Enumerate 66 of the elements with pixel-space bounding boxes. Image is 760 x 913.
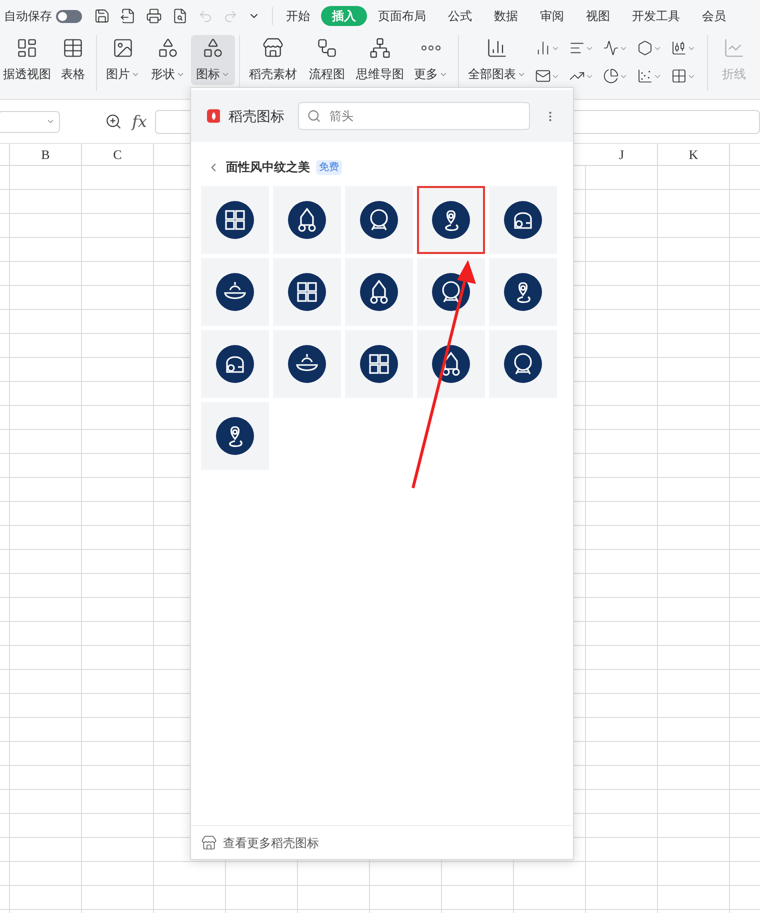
column-header[interactable]: C <box>82 144 154 165</box>
save-icon[interactable] <box>94 8 110 24</box>
autosave-label: 自动保存 <box>4 8 52 25</box>
column-header[interactable]: B <box>10 144 82 165</box>
ribbon-tab[interactable]: 开发工具 <box>621 6 691 26</box>
line-chart-icon <box>603 40 619 56</box>
ribbon-tab[interactable]: 审阅 <box>529 6 575 26</box>
pie-chart-icon <box>603 68 619 84</box>
drum-icon <box>504 345 542 383</box>
zoom-icon[interactable] <box>105 113 122 130</box>
ribbon-tab[interactable]: 视图 <box>575 6 621 26</box>
flowchart-icon <box>316 37 338 59</box>
shapes-icon <box>157 37 179 59</box>
location-pin-icon <box>216 417 254 455</box>
line-chart-icon <box>723 37 745 59</box>
search-field[interactable]: 箭头 <box>298 102 530 130</box>
more-icons-link[interactable]: 查看更多稻壳图标 <box>223 834 319 852</box>
grid-pattern-icon <box>288 273 326 311</box>
ribbon-button[interactable]: 图标 <box>191 35 235 85</box>
scatter-chart-icon <box>637 68 653 84</box>
table-icon <box>62 37 84 59</box>
print-icon[interactable] <box>146 8 162 24</box>
drum-icon <box>432 273 470 311</box>
free-badge: 免费 <box>316 160 342 174</box>
ribbon-tab[interactable]: 开始 <box>275 6 321 26</box>
mind-map-icon <box>369 37 391 59</box>
column-header[interactable]: K <box>658 144 730 165</box>
ribbon-button[interactable]: 表格 <box>54 35 92 85</box>
image-icon <box>112 37 134 59</box>
ribbon-button[interactable]: 更多 <box>408 35 454 85</box>
ribbon-tab[interactable]: 公式 <box>437 6 483 26</box>
pivot-chart-icon <box>16 37 38 59</box>
store-icon <box>262 37 284 59</box>
stock-chart-icon <box>671 40 687 56</box>
ribbon-button[interactable]: 稻壳素材 <box>244 35 302 85</box>
ribbon-button[interactable]: 流程图 <box>302 35 352 85</box>
panel-title: 稻壳图标 <box>228 106 284 126</box>
ribbon-button[interactable]: 形状 <box>145 35 191 85</box>
ribbon-tab[interactable]: 会员 <box>691 6 737 26</box>
bowl-icon <box>216 273 254 311</box>
bowl-icon <box>288 345 326 383</box>
ribbon-tab[interactable]: 数据 <box>483 6 529 26</box>
export-icon[interactable] <box>120 8 136 24</box>
autosave-toggle[interactable] <box>56 10 82 22</box>
column-chart-icon <box>535 40 551 56</box>
ribbon-button[interactable]: 据透视图 <box>0 35 54 85</box>
shapes-icon <box>202 37 224 59</box>
category-title: 面性风中纹之美 <box>226 159 310 176</box>
logo-icon <box>207 109 220 123</box>
function-button[interactable]: fx <box>132 110 147 134</box>
location-pin-icon <box>504 273 542 311</box>
grid-pattern-icon <box>360 345 398 383</box>
ribbon-button[interactable]: 图片 <box>101 35 145 85</box>
ribbon-button[interactable]: 思维导图 <box>352 35 408 85</box>
grid-pattern-icon <box>216 201 254 239</box>
ribbon-button[interactable]: 全部图表 <box>463 35 531 85</box>
caret-icon <box>46 117 55 126</box>
drum-icon <box>360 201 398 239</box>
more-icon <box>421 45 441 51</box>
search-icon <box>307 109 322 123</box>
icon-tile[interactable] <box>417 186 485 254</box>
column-header[interactable]: J <box>586 144 658 165</box>
store-icon <box>201 834 217 850</box>
ribbon-tab[interactable]: 页面布局 <box>367 6 437 26</box>
location-pin-icon <box>432 201 470 239</box>
preview-icon[interactable] <box>172 8 188 24</box>
